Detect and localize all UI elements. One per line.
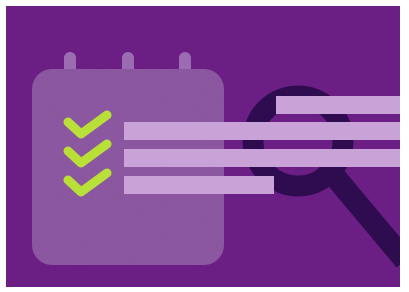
checklist-line-2 [124,149,400,167]
checklist-line-3 [124,176,274,194]
checklist-line-1 [124,122,400,140]
image-frame [0,0,409,292]
checklist-line-top-extension [276,96,400,114]
checklist-search-illustration [6,6,400,287]
